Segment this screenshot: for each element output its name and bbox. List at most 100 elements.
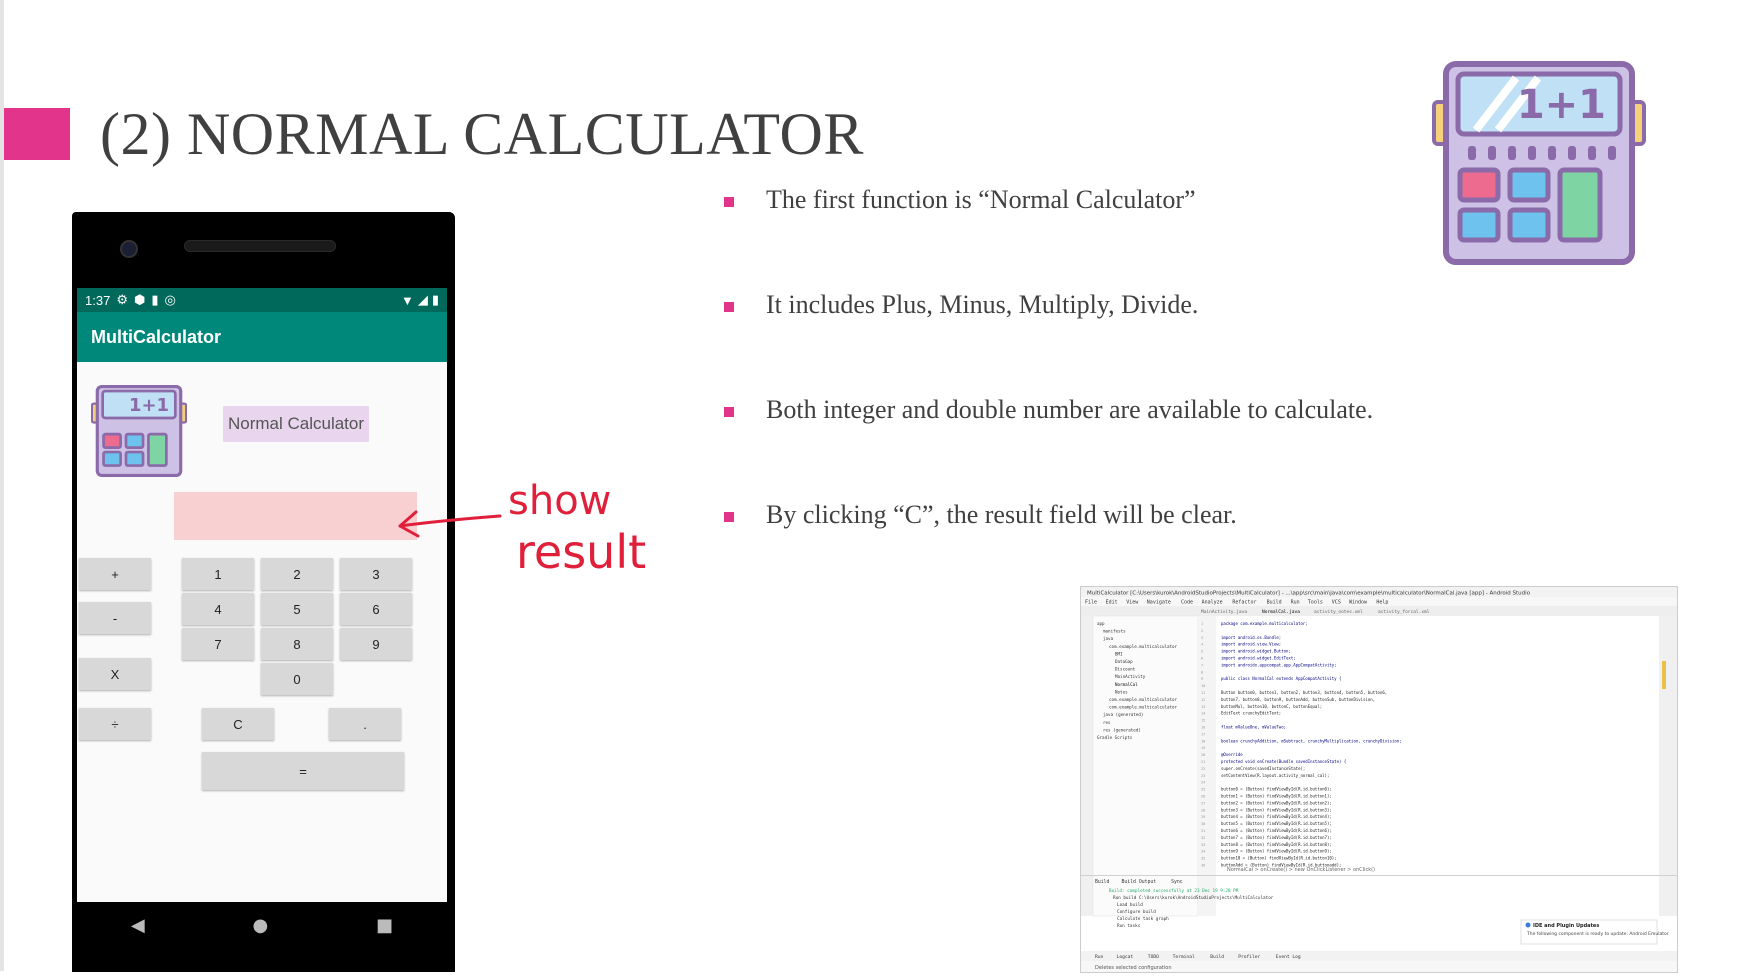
- ide-menu-item[interactable]: Build: [1267, 600, 1282, 606]
- minus-button[interactable]: -: [79, 602, 151, 634]
- ide-line-number: 22: [1201, 767, 1205, 771]
- ide-code-line: import android.os.Bundle;: [1221, 635, 1281, 640]
- annotation-result-text: result: [516, 525, 646, 579]
- ide-menu-item[interactable]: Help: [1376, 600, 1388, 606]
- ide-tree-item[interactable]: Notes: [1115, 689, 1128, 694]
- ide-line-number: 25: [1201, 788, 1205, 792]
- ide-build-line: Load build: [1117, 902, 1143, 908]
- back-icon[interactable]: ◀: [131, 915, 145, 936]
- ide-code-line: package com.example.multicalculator;: [1221, 621, 1308, 626]
- normal-calculator-label: Normal Calculator: [223, 406, 369, 442]
- ide-menu-item[interactable]: Run: [1291, 600, 1300, 606]
- ide-menu-item[interactable]: Analyze: [1202, 600, 1223, 606]
- ide-line-number: 6: [1201, 657, 1203, 661]
- ide-code-line: @Override: [1221, 752, 1243, 757]
- ide-menu-item[interactable]: File: [1085, 600, 1097, 606]
- ide-tree-item[interactable]: manifests: [1103, 629, 1126, 634]
- equals-button[interactable]: =: [202, 752, 404, 790]
- ide-tree-item[interactable]: Discount: [1115, 667, 1136, 672]
- ide-line-number: 36: [1201, 864, 1205, 868]
- ide-tool-tab[interactable]: Terminal: [1173, 954, 1195, 960]
- decimal-point-button[interactable]: .: [329, 708, 401, 740]
- ide-menu-item[interactable]: Tools: [1308, 600, 1323, 606]
- ide-menu-item[interactable]: Edit: [1106, 600, 1118, 606]
- ide-code-line: button3 = (Button) findViewById(R.id.but…: [1221, 807, 1332, 812]
- digit-1-button[interactable]: 1: [182, 558, 254, 590]
- ide-tool-tab[interactable]: Profiler: [1238, 954, 1260, 960]
- ide-editor-tab[interactable]: MainActivity.java: [1201, 609, 1247, 615]
- digit-7-button[interactable]: 7: [182, 628, 254, 660]
- sd-card-icon: ▮: [151, 292, 159, 307]
- ide-line-number: 16: [1201, 726, 1205, 730]
- ide-code-line: button9 = (Button) findViewById(R.id.but…: [1221, 849, 1332, 854]
- ide-line-number: 1: [1201, 622, 1203, 626]
- ide-tool-tab[interactable]: Run: [1095, 954, 1104, 960]
- ide-menu-item[interactable]: Refactor: [1232, 600, 1256, 606]
- ide-menu-item[interactable]: VCS: [1332, 600, 1341, 606]
- ide-editor-tab[interactable]: activity_notes.xml: [1314, 609, 1363, 615]
- digit-6-button[interactable]: 6: [340, 593, 412, 625]
- multiply-button[interactable]: X: [79, 658, 151, 690]
- plus-button[interactable]: +: [79, 558, 151, 590]
- ide-breadcrumb: NormalCal > onCreate() > new OnClickList…: [1227, 867, 1375, 873]
- status-bar: 1:37 ⚙ ⬢ ▮ ◎ ▼ ◢ ▮: [77, 288, 447, 312]
- ide-editor-tab[interactable]: activity_forcal.xml: [1378, 609, 1430, 615]
- ide-line-number: 12: [1201, 698, 1205, 702]
- ide-tool-tab[interactable]: TODO: [1148, 954, 1159, 960]
- ide-line-number: 8: [1201, 670, 1203, 674]
- ide-menu-item[interactable]: Code: [1181, 600, 1193, 606]
- ide-code-line: float mValueOne, mValueTwo;: [1221, 725, 1286, 730]
- bullet-marker: [724, 512, 734, 522]
- divide-button[interactable]: ÷: [79, 708, 151, 740]
- ide-tree-item[interactable]: com.example.multicalculator: [1109, 697, 1178, 702]
- ide-build-tab[interactable]: Build: [1095, 879, 1110, 885]
- ide-build-tab[interactable]: Build Output: [1122, 879, 1157, 885]
- recents-icon[interactable]: ■: [376, 915, 393, 936]
- ide-tree-item[interactable]: Gradle Scripts: [1097, 735, 1133, 740]
- ide-tree-item[interactable]: java (generated): [1103, 712, 1143, 717]
- clear-button[interactable]: C: [202, 708, 274, 740]
- ide-line-number: 32: [1201, 836, 1205, 840]
- digit-5-button[interactable]: 5: [261, 593, 333, 625]
- ide-tree-item[interactable]: com.example.multicalculator: [1109, 705, 1178, 710]
- ide-code-line: button7, button8, button9, buttonAdd, bu…: [1221, 697, 1375, 702]
- ide-code-line: button5 = (Button) findViewById(R.id.but…: [1221, 821, 1332, 826]
- show-result-annotation: show result: [396, 470, 666, 585]
- sync-icon: ◎: [164, 292, 176, 307]
- ide-tool-tab[interactable]: Logcat: [1117, 954, 1134, 960]
- ide-line-number: 10: [1201, 684, 1205, 688]
- ide-editor-tabs: MainActivity.java NormalCal.java activity_…: [1201, 609, 1430, 615]
- ide-tree-item[interactable]: res (generated): [1103, 727, 1141, 732]
- ide-editor-tab[interactable]: NormalCal.java: [1262, 609, 1300, 615]
- ide-tree-item[interactable]: DataGap: [1115, 659, 1133, 664]
- digit-4-button[interactable]: 4: [182, 593, 254, 625]
- result-field[interactable]: [174, 492, 417, 540]
- digit-0-button[interactable]: 0: [261, 663, 333, 695]
- ide-code-line: button10 = (Button) findViewById(R.id.bu…: [1221, 856, 1337, 861]
- ide-line-number: 29: [1201, 815, 1205, 819]
- ide-notification-body: The following component is ready to upda…: [1526, 931, 1669, 937]
- ide-tree-item[interactable]: NormalCal: [1115, 682, 1138, 687]
- ide-tool-tab[interactable]: Event Log: [1276, 954, 1301, 960]
- ide-line-number: 34: [1201, 850, 1205, 854]
- digit-9-button[interactable]: 9: [340, 628, 412, 660]
- ide-tree-item[interactable]: BMI: [1115, 651, 1123, 656]
- digit-8-button[interactable]: 8: [261, 628, 333, 660]
- digit-2-button[interactable]: 2: [261, 558, 333, 590]
- ide-code-line: setContentView(R.layout.activity_normal_…: [1221, 773, 1329, 778]
- bullet-text: The first function is “Normal Calculator…: [766, 185, 1196, 214]
- ide-line-number: 9: [1201, 677, 1203, 681]
- ide-menu-item[interactable]: Navigate: [1147, 600, 1171, 606]
- ide-tree-item[interactable]: java: [1103, 636, 1114, 641]
- ide-tree-item[interactable]: MainActivity: [1115, 674, 1146, 679]
- ide-tree-item[interactable]: app: [1097, 621, 1105, 626]
- ide-tree-item[interactable]: com.example.multicalculator: [1109, 644, 1178, 649]
- ide-tool-tab[interactable]: Build: [1210, 954, 1224, 960]
- ide-menu-item[interactable]: View: [1126, 600, 1139, 606]
- ide-code-line: buttonMul, button10, buttonC, buttonEqua…: [1221, 704, 1322, 709]
- ide-menu-item[interactable]: Window: [1349, 600, 1368, 606]
- ide-build-tab[interactable]: Sync: [1171, 879, 1183, 885]
- ide-line-number: 17: [1201, 732, 1205, 736]
- ide-tree-item[interactable]: res: [1103, 720, 1111, 725]
- home-icon[interactable]: ●: [253, 915, 269, 936]
